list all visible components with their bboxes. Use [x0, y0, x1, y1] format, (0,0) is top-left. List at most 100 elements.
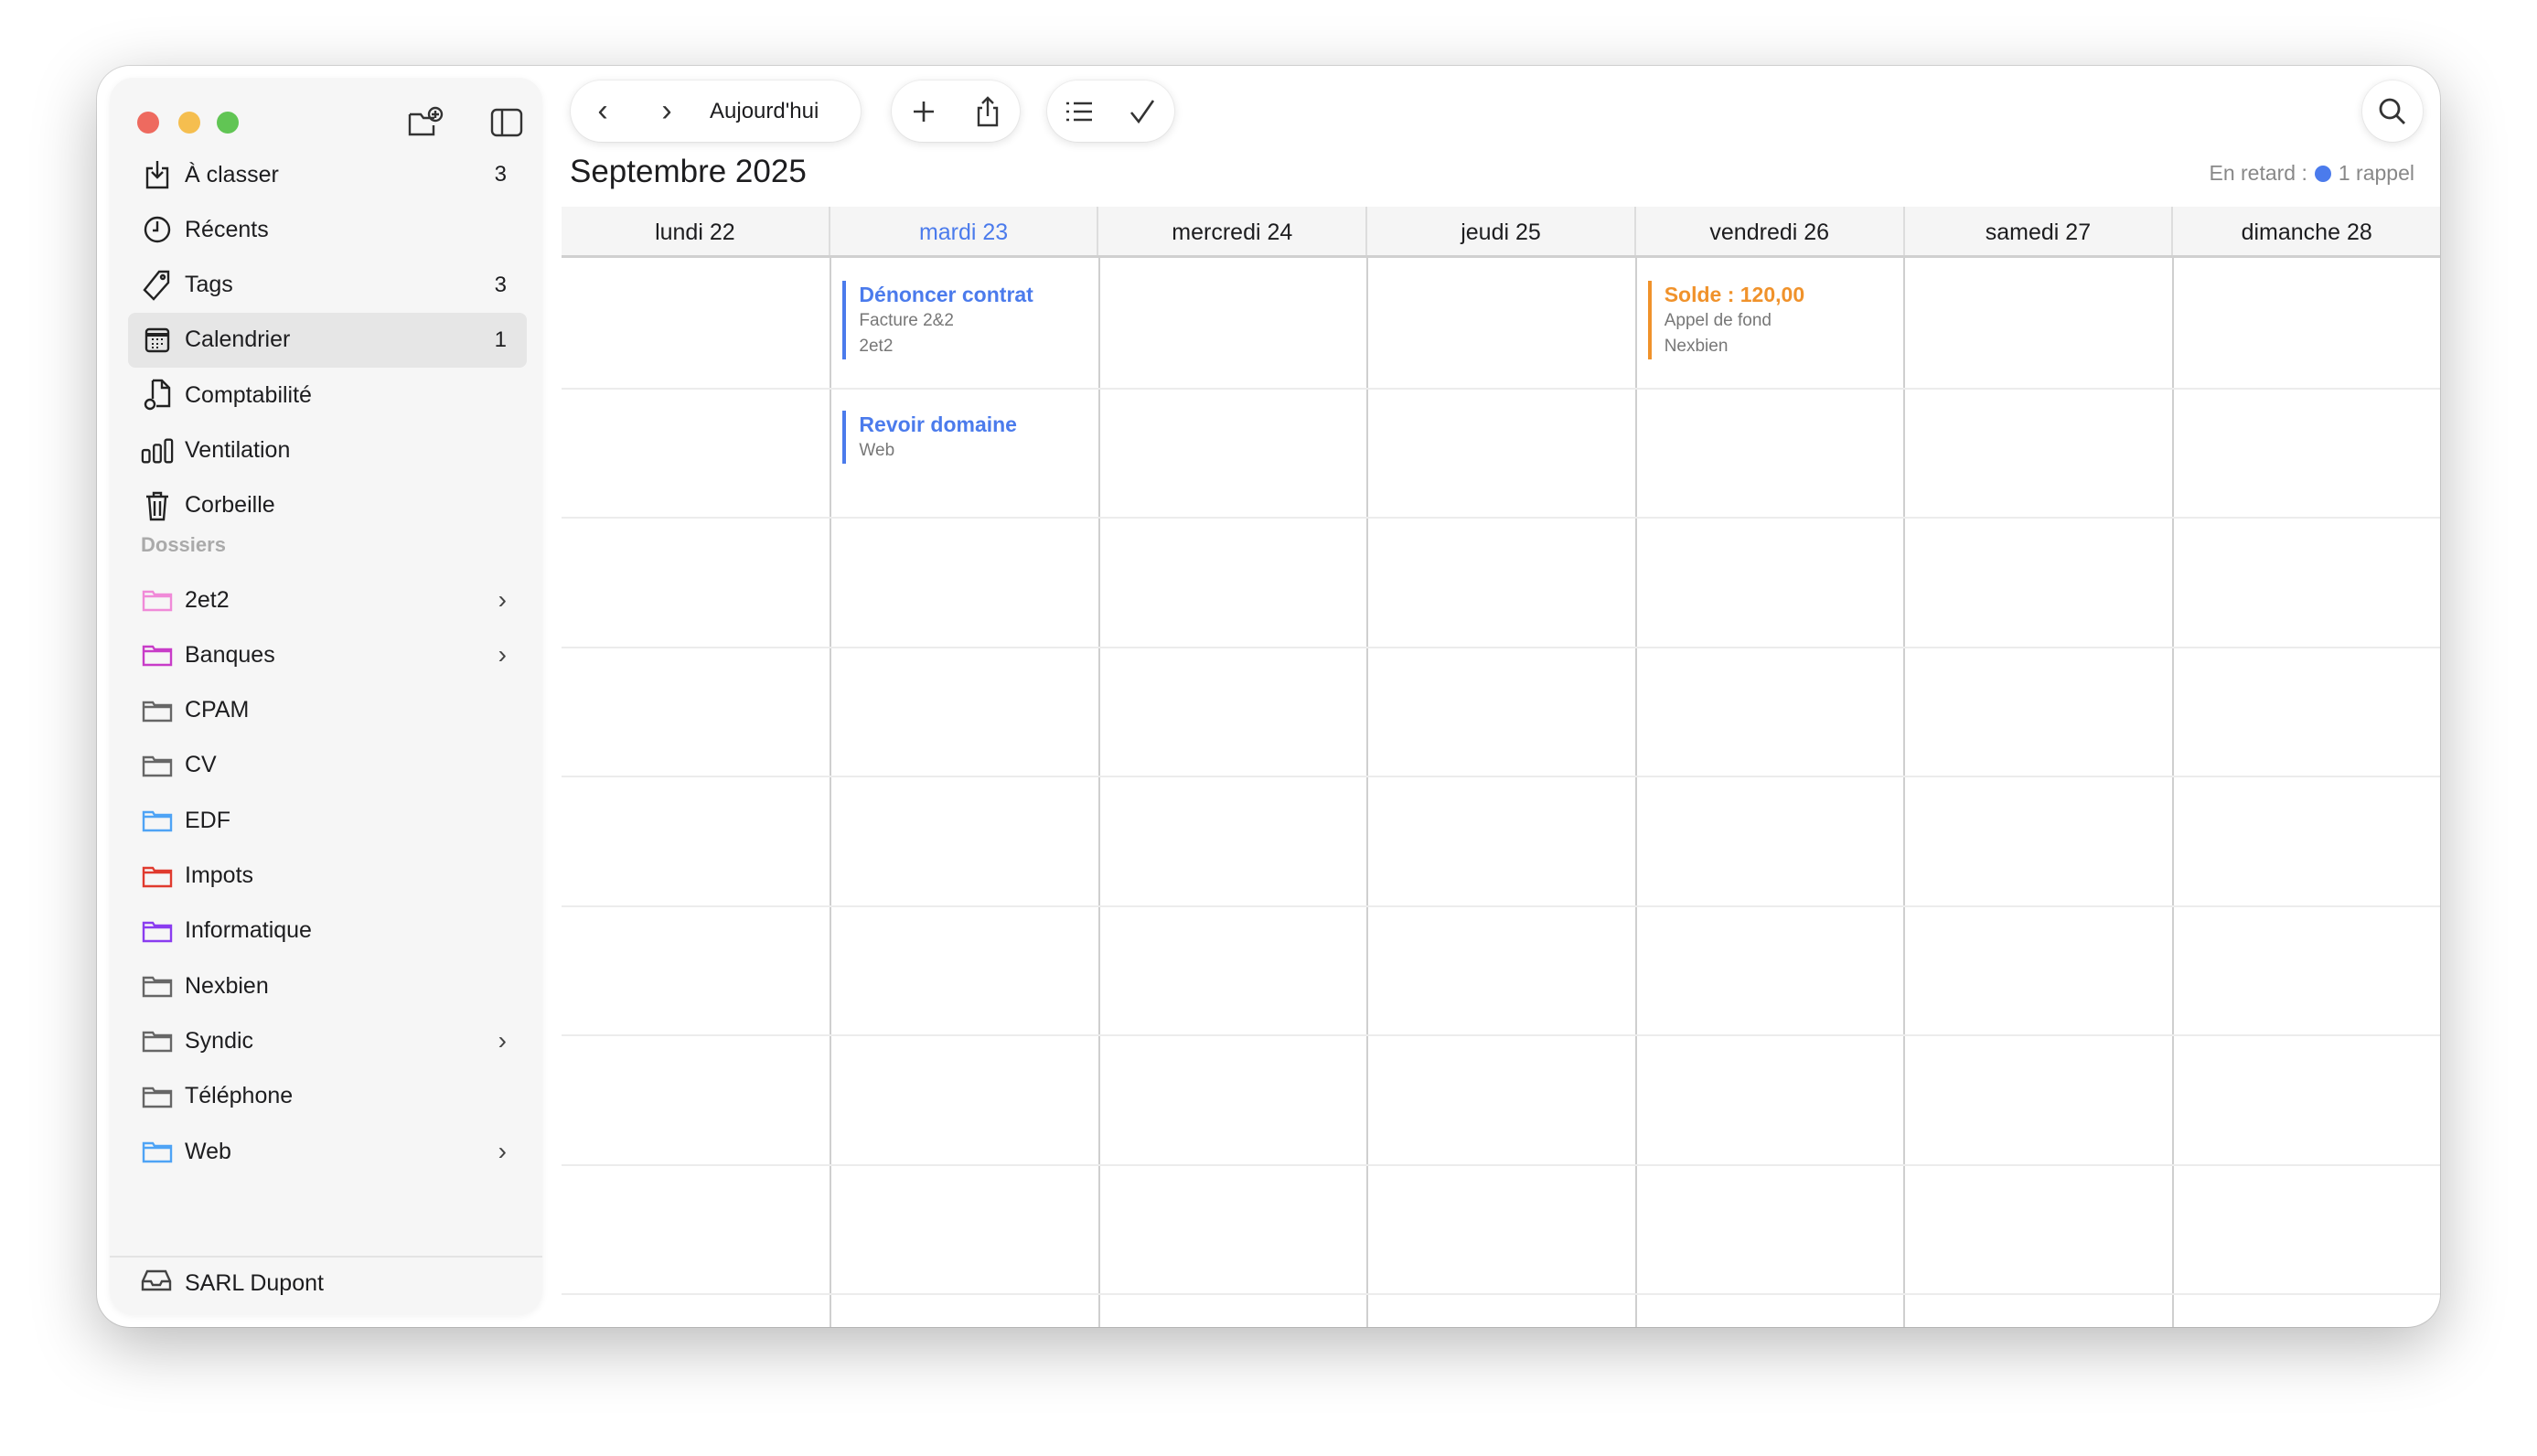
minimize-window-button[interactable] — [178, 112, 200, 134]
close-window-button[interactable] — [137, 112, 159, 134]
calendar-icon — [141, 324, 174, 357]
day-header[interactable]: lundi 22 — [562, 207, 829, 255]
folder-icon — [141, 969, 174, 1002]
week-grid: Dénoncer contratFacture 2&22et2 Revoir do… — [562, 258, 2440, 1327]
share-button[interactable] — [956, 96, 1020, 127]
sidebar-item-inbox-download[interactable]: À classer 3 — [128, 147, 527, 202]
next-week-button[interactable]: › — [635, 93, 699, 129]
chevron-right-icon[interactable]: › — [498, 1137, 507, 1166]
accounting-document-icon — [141, 379, 174, 412]
folder-label: EDF — [185, 808, 230, 834]
overdue-label: En retard : — [2209, 161, 2307, 186]
column-divider — [1635, 258, 1637, 1327]
day-header[interactable]: samedi 27 — [1903, 207, 2172, 255]
chevron-right-icon[interactable]: › — [498, 640, 507, 669]
chevron-right-icon[interactable]: › — [498, 1026, 507, 1055]
account-switcher[interactable]: SARL Dupont — [141, 1269, 324, 1299]
search-button[interactable] — [2362, 80, 2423, 142]
sidebar-item-calendar[interactable]: Calendrier1 — [128, 313, 527, 368]
day-header[interactable]: dimanche 28 — [2171, 207, 2440, 255]
folders-header: Dossiers — [141, 533, 226, 557]
sidebar-item-tag[interactable]: Tags 3 — [128, 258, 527, 313]
folder-item[interactable]: Syndic › — [128, 1013, 527, 1068]
day-header[interactable]: mardi 23 — [829, 207, 1097, 255]
account-name: SARL Dupont — [185, 1270, 324, 1297]
folder-item[interactable]: 2et2 › — [128, 573, 527, 627]
row-divider — [562, 1034, 2440, 1036]
folder-item[interactable]: CPAM — [128, 683, 527, 738]
sidebar-item-count: 1 — [495, 327, 507, 353]
sidebar-item-accounting-document[interactable]: Comptabilité — [128, 368, 527, 423]
sidebar-item-label: À classer — [185, 162, 279, 188]
folder-item[interactable]: Web › — [128, 1124, 527, 1179]
folder-icon — [141, 860, 174, 893]
column-divider — [830, 258, 831, 1327]
sidebar-item-trash[interactable]: Corbeille — [128, 478, 527, 533]
folder-icon — [141, 915, 174, 947]
sidebar-item-label: Corbeille — [185, 492, 275, 519]
add-button[interactable] — [892, 99, 956, 124]
trash-icon — [141, 489, 174, 522]
sidebar-item-label: Comptabilité — [185, 382, 312, 409]
folder-label: Téléphone — [185, 1083, 293, 1109]
sidebar-item-label: Tags — [185, 272, 233, 298]
toggle-sidebar-icon[interactable] — [488, 105, 525, 140]
event-detail: Facture 2&2 — [859, 308, 1033, 334]
overdue-indicator[interactable]: En retard : 1 rappel — [2209, 161, 2414, 186]
sidebar-item-bar-chart[interactable]: Ventilation — [128, 423, 527, 478]
column-divider — [2172, 258, 2174, 1327]
page-title: Septembre 2025 — [570, 154, 807, 190]
folder-label: Syndic — [185, 1028, 253, 1055]
folder-icon — [141, 1024, 174, 1057]
folder-item[interactable]: CV — [128, 738, 527, 793]
folder-label: Impots — [185, 862, 253, 889]
folder-item[interactable]: Nexbien — [128, 958, 527, 1013]
search-icon — [2378, 97, 2407, 126]
calendar-event[interactable]: Dénoncer contratFacture 2&22et2 — [842, 281, 1033, 359]
sidebar: À classer 3 Récents Tags 3 Calendrier1 Comptab… — [110, 78, 542, 1314]
app-window: À classer 3 Récents Tags 3 Calendrier1 Comptab… — [97, 66, 2440, 1327]
folder-label: 2et2 — [185, 587, 230, 614]
folder-item[interactable]: EDF — [128, 793, 527, 848]
event-detail: 2et2 — [859, 334, 1033, 359]
day-header[interactable]: jeudi 25 — [1365, 207, 1634, 255]
folder-item[interactable]: Banques › — [128, 627, 527, 682]
checkmark-button[interactable] — [1111, 98, 1175, 125]
column-divider — [1098, 258, 1100, 1327]
overdue-count: 1 rappel — [2339, 161, 2414, 186]
column-divider — [1903, 258, 1905, 1327]
folder-item[interactable]: Impots — [128, 849, 527, 904]
folder-item[interactable]: Téléphone — [128, 1069, 527, 1124]
folder-label: Web — [185, 1139, 231, 1165]
folder-icon — [141, 638, 174, 671]
today-button[interactable]: Aujourd'hui — [699, 99, 819, 124]
clock-icon — [141, 213, 174, 246]
folder-label: Banques — [185, 642, 275, 669]
row-divider — [562, 776, 2440, 777]
list-view-button[interactable] — [1047, 100, 1111, 123]
previous-week-button[interactable]: ‹ — [571, 93, 635, 129]
folder-label: Nexbien — [185, 973, 269, 1000]
tray-icon — [141, 1269, 172, 1299]
folder-icon — [141, 1080, 174, 1113]
folder-item[interactable]: Informatique — [128, 904, 527, 958]
event-title: Solde : 120,00 — [1665, 281, 1804, 308]
day-header[interactable]: vendredi 26 — [1634, 207, 1903, 255]
day-header[interactable]: mercredi 24 — [1097, 207, 1365, 255]
sidebar-item-clock[interactable]: Récents — [128, 202, 527, 257]
row-divider — [562, 517, 2440, 519]
sidebar-item-count: 3 — [495, 273, 507, 298]
navigation-group: ‹ › Aujourd'hui — [571, 80, 861, 142]
overdue-dot — [2315, 166, 2331, 182]
event-detail: Nexbien — [1665, 334, 1804, 359]
folder-icon — [141, 583, 174, 616]
sidebar-item-count: 3 — [495, 162, 507, 187]
new-folder-icon[interactable] — [407, 105, 444, 140]
calendar-event[interactable]: Solde : 120,00Appel de fondNexbien — [1648, 281, 1804, 359]
calendar-event[interactable]: Revoir domaineWeb — [842, 411, 1017, 464]
event-detail: Web — [859, 438, 1017, 464]
tag-icon — [141, 269, 174, 302]
chevron-right-icon[interactable]: › — [498, 585, 507, 615]
folder-icon — [141, 1135, 174, 1168]
zoom-window-button[interactable] — [217, 112, 239, 134]
